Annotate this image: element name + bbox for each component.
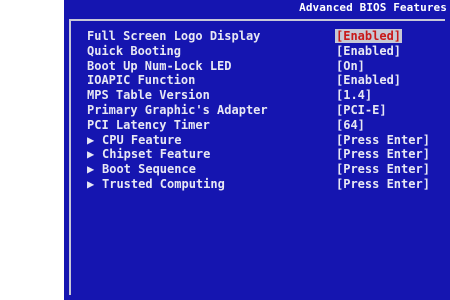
- setting-label: MPS Table Version: [87, 88, 210, 103]
- submenu-trusted-computing[interactable]: ▶ Trusted Computing [Press Enter]: [87, 177, 437, 192]
- settings-list: Full Screen Logo Display [Enabled] Quick…: [87, 29, 437, 192]
- setting-boot-up-num-lock-led[interactable]: Boot Up Num-Lock LED [On]: [87, 59, 437, 74]
- setting-full-screen-logo-display[interactable]: Full Screen Logo Display [Enabled]: [87, 29, 437, 44]
- setting-value[interactable]: [Enabled]: [335, 73, 402, 87]
- setting-label: Quick Booting: [87, 43, 181, 58]
- submenu-arrow-icon: ▶: [87, 176, 95, 191]
- setting-value[interactable]: [Press Enter]: [335, 147, 431, 161]
- setting-label: Chipset Feature: [102, 147, 211, 162]
- setting-value[interactable]: [Enabled]: [335, 44, 402, 58]
- setting-quick-booting[interactable]: Quick Booting [Enabled]: [87, 44, 437, 59]
- setting-label: IOAPIC Function: [87, 73, 196, 88]
- setting-value-selected[interactable]: [Enabled]: [335, 29, 403, 43]
- setting-value[interactable]: [1.4]: [335, 88, 373, 102]
- submenu-chipset-feature[interactable]: ▶ Chipset Feature [Press Enter]: [87, 147, 437, 162]
- setting-value[interactable]: [Press Enter]: [335, 162, 431, 176]
- bios-screen: Advanced BIOS Features Full Screen Logo …: [64, 0, 450, 300]
- setting-value[interactable]: [Press Enter]: [335, 177, 431, 191]
- setting-primary-graphics-adapter[interactable]: Primary Graphic's Adapter [PCI-E]: [87, 103, 437, 118]
- setting-label: CPU Feature: [102, 132, 182, 147]
- setting-label: Boot Sequence: [102, 162, 196, 177]
- submenu-arrow-icon: ▶: [87, 147, 95, 162]
- setting-value[interactable]: [PCI-E]: [335, 103, 388, 117]
- submenu-arrow-icon: ▶: [87, 162, 95, 177]
- setting-label: Primary Graphic's Adapter: [87, 102, 268, 117]
- setting-label: Full Screen Logo Display: [87, 29, 261, 43]
- page-title: Advanced BIOS Features: [295, 0, 450, 17]
- setting-value[interactable]: [On]: [335, 59, 366, 73]
- setting-value[interactable]: [Press Enter]: [335, 133, 431, 147]
- submenu-boot-sequence[interactable]: ▶ Boot Sequence [Press Enter]: [87, 162, 437, 177]
- setting-ioapic-function[interactable]: IOAPIC Function [Enabled]: [87, 73, 437, 88]
- setting-value[interactable]: [64]: [335, 118, 366, 132]
- setting-pci-latency-timer[interactable]: PCI Latency Timer [64]: [87, 118, 437, 133]
- setting-label: PCI Latency Timer: [87, 117, 210, 132]
- setting-label: Trusted Computing: [102, 176, 225, 191]
- submenu-cpu-feature[interactable]: ▶ CPU Feature [Press Enter]: [87, 133, 437, 148]
- setting-mps-table-version[interactable]: MPS Table Version [1.4]: [87, 88, 437, 103]
- submenu-arrow-icon: ▶: [87, 132, 95, 147]
- setting-label: Boot Up Num-Lock LED: [87, 58, 232, 73]
